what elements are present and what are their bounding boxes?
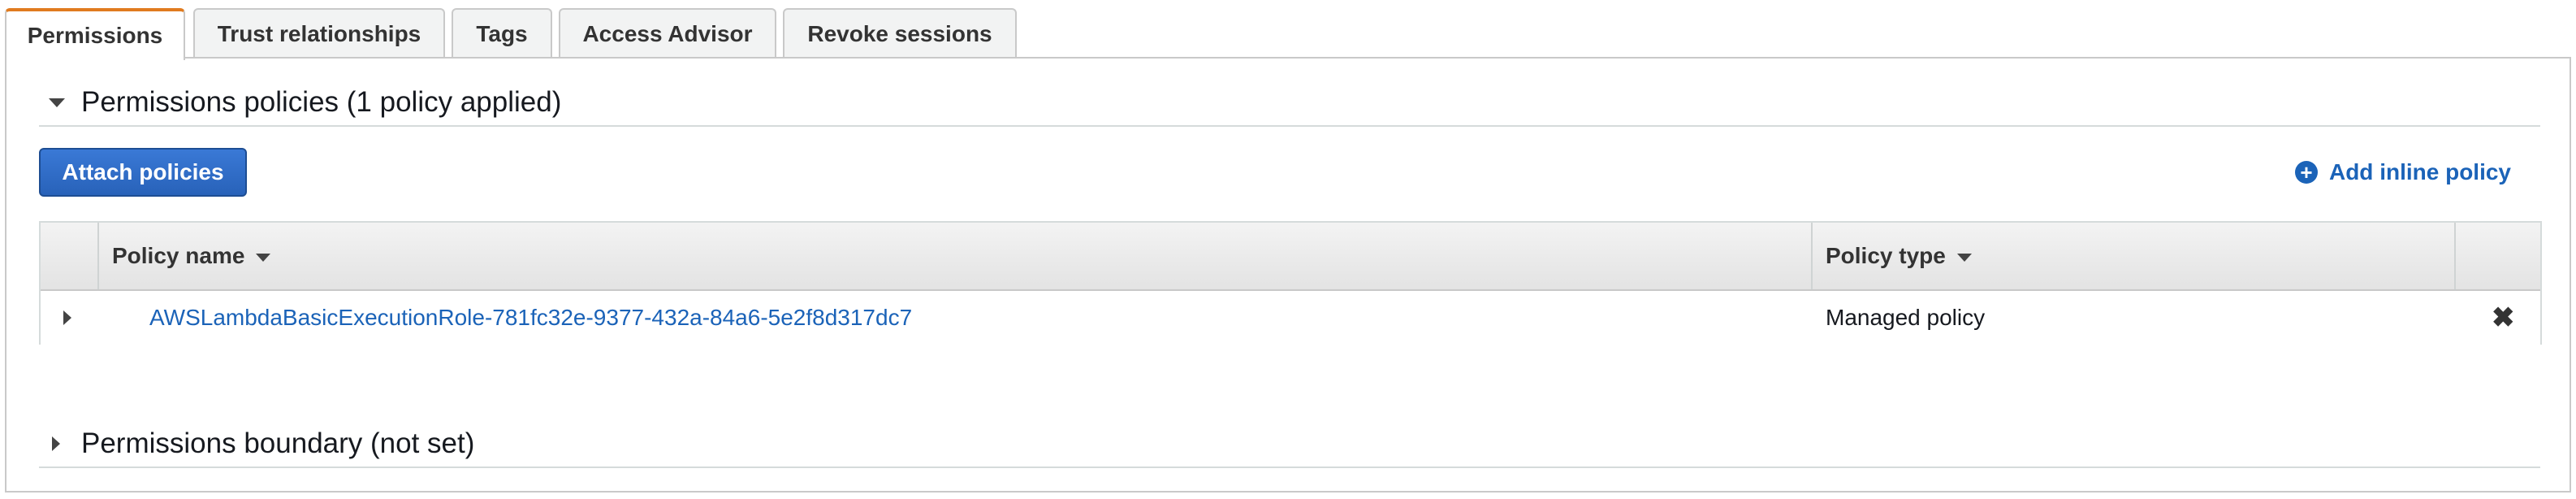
caret-right-icon — [63, 310, 71, 325]
close-icon: ✖ — [2492, 302, 2515, 333]
column-divider — [1811, 223, 1813, 289]
tab-revoke-sessions[interactable]: Revoke sessions — [783, 8, 1017, 59]
tab-label: Trust relationships — [217, 21, 421, 46]
permissions-panel: Permissions policies (1 policy applied) … — [5, 57, 2571, 492]
remove-policy-button[interactable]: ✖ — [2492, 291, 2515, 345]
tab-bar: Permissions Trust relationships Tags Acc… — [0, 0, 2576, 60]
policy-type-cell: Managed policy — [1826, 291, 1985, 345]
sort-caret-icon — [256, 254, 271, 262]
caret-right-icon — [39, 436, 71, 451]
column-header-policy-type[interactable]: Policy type — [1826, 223, 1972, 289]
column-divider — [97, 223, 99, 289]
tab-label: Tags — [476, 21, 528, 46]
add-inline-policy-label: Add inline policy — [2328, 159, 2511, 184]
expand-row-toggle[interactable] — [62, 291, 94, 345]
permissions-policies-header[interactable]: Permissions policies (1 policy applied) — [39, 80, 2540, 127]
tab-label: Revoke sessions — [807, 21, 992, 46]
sort-caret-icon — [1956, 254, 1972, 262]
policy-type-value: Managed policy — [1826, 305, 1986, 330]
policy-name-link[interactable]: AWSLambdaBasicExecutionRole-781fc32e-937… — [149, 305, 912, 331]
attach-policies-label: Attach policies — [62, 159, 224, 184]
column-header-policy-name[interactable]: Policy name — [112, 223, 271, 289]
tab-label: Permissions — [27, 23, 163, 48]
policy-name-cell: AWSLambdaBasicExecutionRole-781fc32e-937… — [149, 291, 912, 345]
permissions-boundary-header[interactable]: Permissions boundary (not set) — [39, 421, 2540, 468]
tab-trust-relationships[interactable]: Trust relationships — [193, 8, 445, 59]
permissions-policies-title: Permissions policies (1 policy applied) — [81, 86, 562, 118]
tab-access-advisor[interactable]: Access Advisor — [559, 8, 776, 59]
table-header: Policy name Policy type — [41, 223, 2540, 291]
permissions-boundary-title: Permissions boundary (not set) — [81, 427, 475, 459]
caret-down-icon — [39, 98, 71, 107]
tab-tags[interactable]: Tags — [452, 8, 552, 59]
add-inline-policy-link[interactable]: + Add inline policy — [2294, 154, 2511, 190]
column-header-label: Policy type — [1826, 243, 1946, 268]
table-row: AWSLambdaBasicExecutionRole-781fc32e-937… — [41, 291, 2540, 345]
plus-circle-icon: + — [2294, 161, 2318, 184]
attach-policies-button[interactable]: Attach policies — [39, 148, 247, 197]
column-header-label: Policy name — [112, 243, 245, 268]
tab-permissions[interactable]: Permissions — [5, 8, 185, 60]
tab-label: Access Advisor — [582, 21, 753, 46]
column-divider — [2454, 223, 2456, 289]
policies-table: Policy name Policy type AWSLambdaBasicEx… — [39, 221, 2542, 345]
